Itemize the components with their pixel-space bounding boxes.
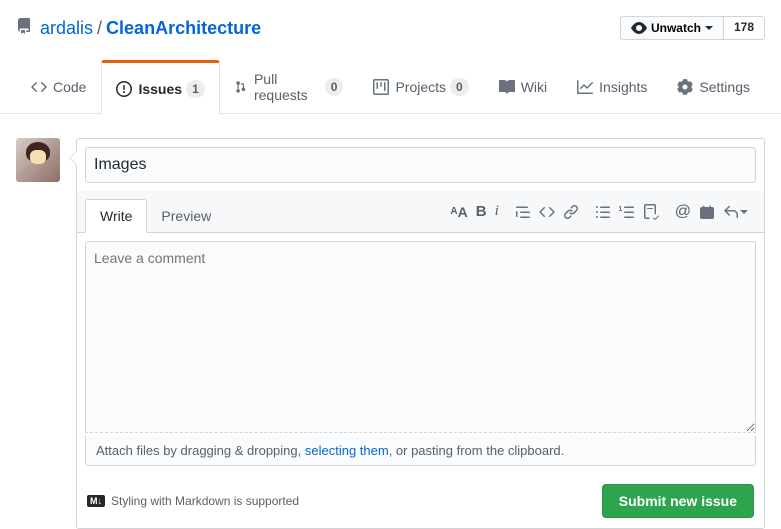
write-tab[interactable]: Write <box>85 199 147 233</box>
form-footer: M↓ Styling with Markdown is supported Su… <box>77 474 764 528</box>
issues-count: 1 <box>186 80 205 98</box>
attach-link[interactable]: selecting them <box>305 443 389 458</box>
tab-label: Code <box>53 79 86 95</box>
tab-settings[interactable]: Settings <box>662 60 765 113</box>
tab-projects[interactable]: Projects 0 <box>358 60 483 113</box>
attach-hint[interactable]: Attach files by dragging & dropping, sel… <box>85 436 756 466</box>
issue-form: Write Preview AA B i <box>76 138 765 529</box>
tab-label: Projects <box>395 79 446 95</box>
bold-icon[interactable]: B <box>476 203 487 221</box>
italic-icon[interactable]: i <box>495 203 499 221</box>
repo-header: ardalis / CleanArchitecture Unwatch 178 <box>0 0 781 40</box>
tab-label: Settings <box>699 79 750 95</box>
task-list-icon[interactable] <box>643 203 659 221</box>
repo-tabs: Code Issues 1 Pull requests 0 Projects 0… <box>0 60 781 114</box>
quote-icon[interactable] <box>515 203 531 221</box>
markdown-hint[interactable]: M↓ Styling with Markdown is supported <box>87 494 299 508</box>
body-area: Attach files by dragging & dropping, sel… <box>77 233 764 474</box>
tab-pull-requests[interactable]: Pull requests 0 <box>220 60 359 113</box>
path-separator: / <box>97 18 102 39</box>
submit-issue-button[interactable]: Submit new issue <box>602 484 754 518</box>
code-icon <box>31 79 47 95</box>
number-list-icon[interactable] <box>619 203 635 221</box>
owner-link[interactable]: ardalis <box>40 18 93 39</box>
tab-issues[interactable]: Issues 1 <box>101 60 219 114</box>
pulls-count: 0 <box>325 78 344 96</box>
gear-icon <box>677 79 693 95</box>
main-content: Write Preview AA B i <box>0 114 781 529</box>
comment-header: Write Preview AA B i <box>77 191 764 233</box>
book-icon <box>499 79 515 95</box>
md-toolbar: AA B i @ <box>450 203 756 229</box>
eye-icon <box>631 20 647 36</box>
repo-icon <box>16 18 32 39</box>
issue-body-input[interactable] <box>85 241 756 433</box>
issue-title-input[interactable] <box>85 147 756 183</box>
reply-icon[interactable] <box>723 203 748 221</box>
watch-label: Unwatch <box>651 21 701 35</box>
heading-icon[interactable]: AA <box>450 203 467 221</box>
graph-icon <box>577 79 593 95</box>
bullet-list-icon[interactable] <box>595 203 611 221</box>
watch-group: Unwatch 178 <box>620 16 765 40</box>
tab-label: Wiki <box>521 79 547 95</box>
code-icon[interactable] <box>539 203 555 221</box>
repo-link[interactable]: CleanArchitecture <box>106 18 261 39</box>
tab-label: Pull requests <box>254 71 321 103</box>
avatar[interactable] <box>16 138 60 182</box>
caret-down-icon <box>705 26 713 30</box>
preview-tab[interactable]: Preview <box>147 200 225 232</box>
saved-reply-icon[interactable] <box>699 203 715 221</box>
tab-label: Insights <box>599 79 647 95</box>
issue-icon <box>116 81 132 97</box>
watch-count[interactable]: 178 <box>724 16 765 40</box>
breadcrumb: ardalis / CleanArchitecture <box>16 18 620 39</box>
tab-code[interactable]: Code <box>16 60 101 113</box>
markdown-icon: M↓ <box>87 495 105 507</box>
tab-label: Issues <box>138 81 182 97</box>
projects-count: 0 <box>450 78 469 96</box>
tab-insights[interactable]: Insights <box>562 60 662 113</box>
attach-text: , or pasting from the clipboard. <box>389 443 565 458</box>
unwatch-button[interactable]: Unwatch <box>620 16 724 40</box>
mention-icon[interactable]: @ <box>675 203 691 221</box>
tab-wiki[interactable]: Wiki <box>484 60 562 113</box>
project-icon <box>373 79 389 95</box>
pull-request-icon <box>235 79 248 95</box>
markdown-text: Styling with Markdown is supported <box>111 494 299 508</box>
attach-text: Attach files by dragging & dropping, <box>96 443 305 458</box>
link-icon[interactable] <box>563 203 579 221</box>
